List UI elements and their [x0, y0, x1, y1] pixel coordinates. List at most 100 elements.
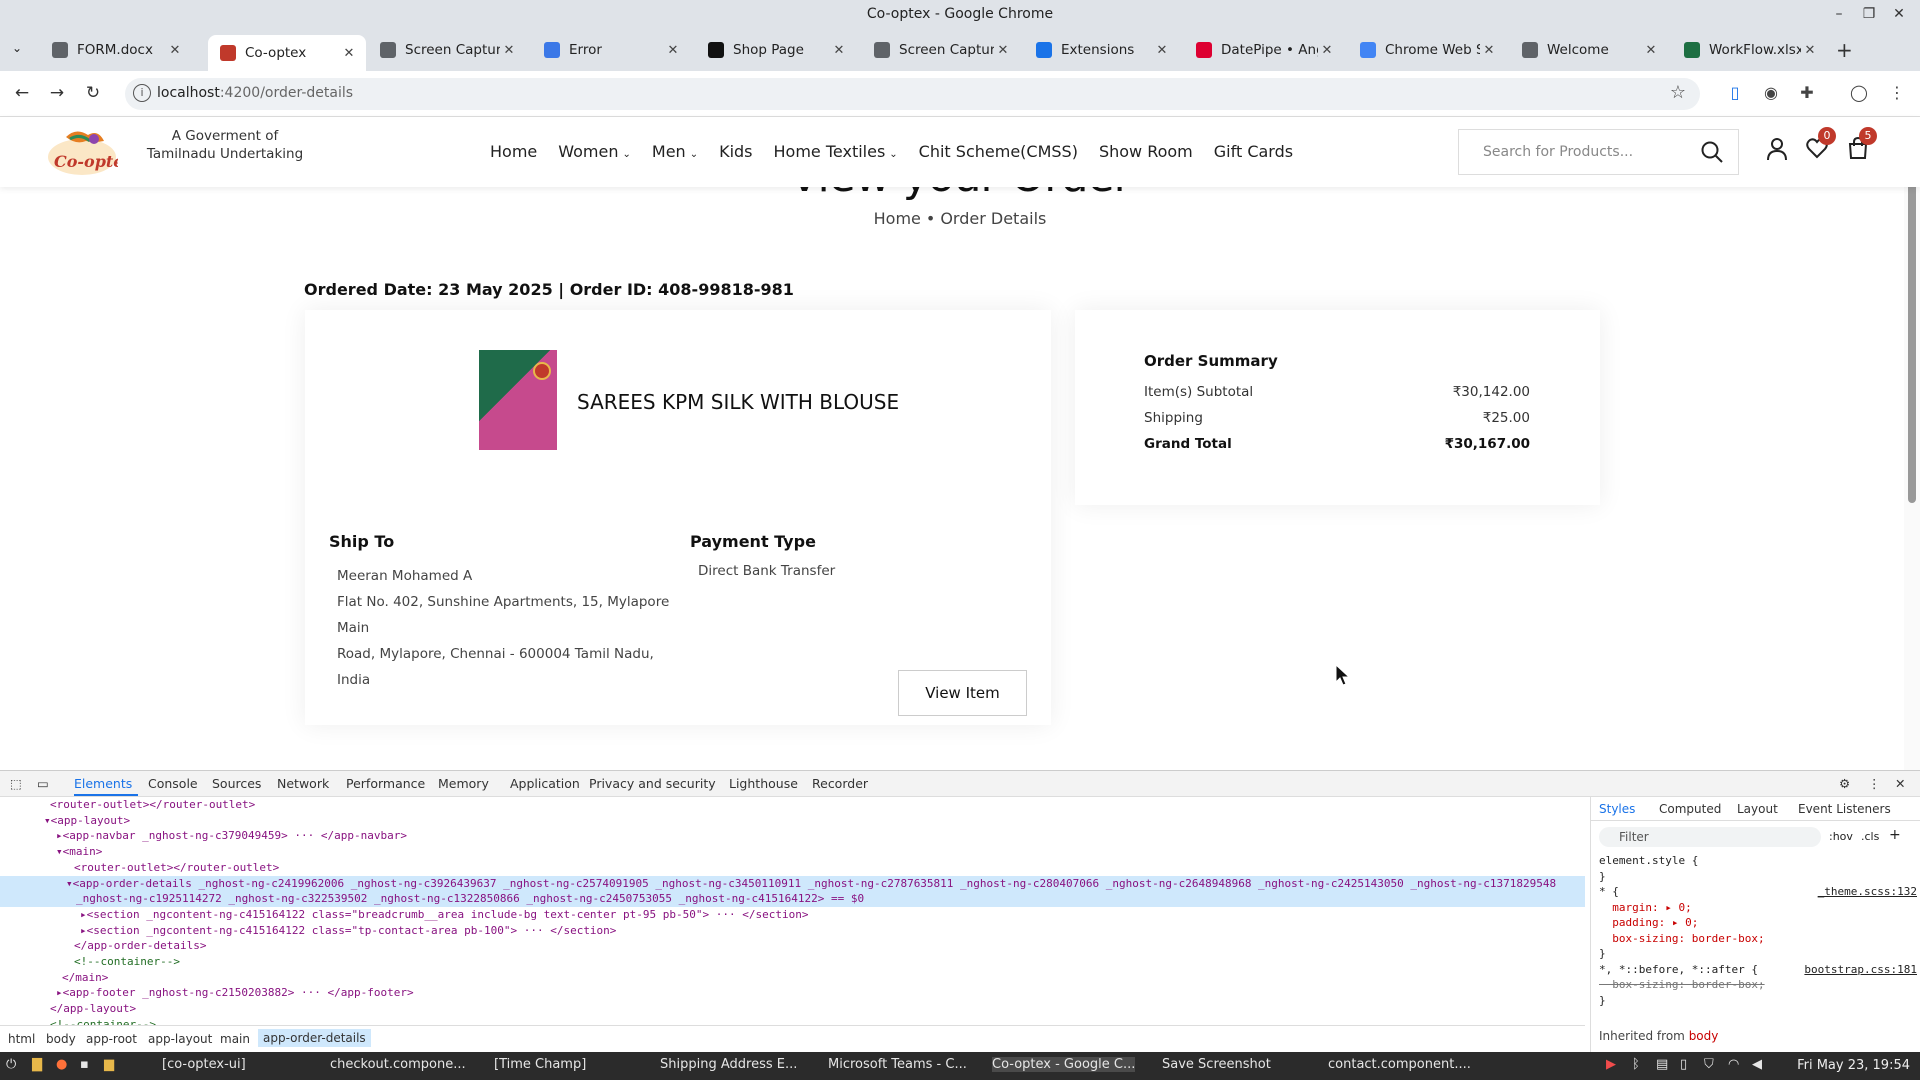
battery-icon[interactable]: ▯ — [1680, 1057, 1687, 1072]
tab-2[interactable]: Screen Capture ✕ — [368, 35, 526, 65]
close-window-button[interactable]: ✕ — [1888, 6, 1910, 22]
taskbar-window[interactable]: Save Screenshot — [1162, 1057, 1271, 1072]
cart-button[interactable]: 5 — [1847, 127, 1877, 159]
chrome-menu-icon[interactable]: ⋮ — [1886, 83, 1908, 102]
tab-close-icon[interactable]: ✕ — [500, 43, 518, 58]
dom-node[interactable]: ▾<main> — [0, 844, 1585, 860]
tab-close-icon[interactable]: ✕ — [1642, 43, 1660, 58]
clock[interactable]: Fri May 23, 19:54 — [1797, 1058, 1910, 1073]
styles-tab[interactable]: Styles — [1599, 802, 1635, 816]
devtools-tab[interactable]: Sources — [212, 776, 261, 791]
back-arrow-icon[interactable]: ← — [11, 83, 33, 103]
dom-node[interactable]: </main> — [0, 970, 1585, 986]
shield-icon[interactable]: ⛉ — [1704, 1057, 1714, 1072]
tab-close-icon[interactable]: ✕ — [340, 46, 358, 61]
nav-item-4[interactable]: Home Textiles ⌄ — [774, 142, 898, 161]
dom-breadcrumb[interactable]: app-layout — [148, 1032, 212, 1046]
dom-node[interactable]: ▸<section _ngcontent-ng-c415164122 class… — [0, 923, 1585, 939]
tab-close-icon[interactable]: ✕ — [994, 43, 1012, 58]
taskbar-window[interactable]: contact.component.... — [1328, 1057, 1471, 1072]
tab-9[interactable]: Welcome ✕ — [1510, 35, 1668, 65]
site-info-icon[interactable]: i — [133, 84, 151, 102]
css-line[interactable]: bootstrap.css:181 *, *::before, *::after … — [1599, 962, 1917, 978]
files-icon[interactable]: ▇ — [32, 1057, 42, 1072]
dom-node[interactable]: _nghost-ng-c1925114272 _nghost-ng-c32253… — [0, 891, 1585, 907]
extensions-puzzle-icon[interactable]: ✚ — [1796, 83, 1818, 102]
tab-4[interactable]: Shop Page ✕ — [696, 35, 856, 65]
tab-close-icon[interactable]: ✕ — [1318, 43, 1336, 58]
devtools-menu-icon[interactable]: ⋮ — [1868, 776, 1881, 791]
dom-node[interactable]: </app-layout> — [0, 1001, 1585, 1017]
styles-tab[interactable]: Computed — [1659, 802, 1721, 816]
devtools-tab[interactable]: Memory — [438, 776, 489, 791]
minimize-button[interactable]: – — [1828, 6, 1850, 22]
css-line[interactable]: box-sizing: border-box; — [1599, 977, 1917, 993]
tab-close-icon[interactable]: ✕ — [1153, 43, 1171, 58]
wishlist-button[interactable]: 0 — [1806, 127, 1836, 159]
tab-7[interactable]: DatePipe • Ang ✕ — [1184, 35, 1344, 65]
breadcrumb-home-link[interactable]: Home — [874, 209, 921, 228]
nav-item-2[interactable]: Men ⌄ — [652, 142, 698, 161]
tab-close-icon[interactable]: ✕ — [1480, 43, 1498, 58]
folder-icon[interactable]: ▆ — [104, 1057, 114, 1072]
page-scrollbar[interactable] — [1904, 117, 1920, 770]
tab-10[interactable]: WorkFlow.xlsx ✕ — [1672, 35, 1827, 65]
tab-1[interactable]: Co-optex ✕ — [208, 35, 366, 71]
bluetooth-icon[interactable]: ᛒ — [1632, 1057, 1640, 1072]
forward-arrow-icon[interactable]: → — [46, 83, 68, 103]
tab-close-icon[interactable]: ✕ — [664, 43, 682, 58]
dom-node[interactable]: <!--container--> — [0, 1017, 1585, 1025]
css-line[interactable]: margin: ▸ 0; — [1599, 900, 1917, 916]
taskbar-window[interactable]: [Time Champ] — [494, 1057, 586, 1072]
devtools-tab[interactable]: Performance — [346, 776, 425, 791]
taskbar-window[interactable]: Co-optex - Google C... — [992, 1057, 1136, 1072]
product-image[interactable] — [479, 350, 557, 450]
firefox-icon[interactable]: ● — [56, 1057, 67, 1072]
styles-filter-input[interactable]: Filter — [1599, 827, 1821, 847]
reload-icon[interactable]: ↻ — [82, 83, 104, 103]
devtools-tab[interactable]: Console — [148, 776, 198, 791]
reading-mode-icon[interactable]: ▯ — [1724, 83, 1746, 102]
dom-breadcrumb[interactable]: body — [46, 1032, 76, 1046]
nav-item-3[interactable]: Kids — [719, 142, 752, 161]
dom-node[interactable]: <router-outlet></router-outlet> — [0, 797, 1585, 813]
maximize-button[interactable]: ❐ — [1858, 6, 1880, 22]
devtools-tab[interactable]: Lighthouse — [729, 776, 798, 791]
dom-breadcrumb[interactable]: app-root — [86, 1032, 137, 1046]
hov-toggle[interactable]: :hov — [1829, 830, 1853, 843]
dom-node[interactable]: ▸<section _ngcontent-ng-c415164122 class… — [0, 907, 1585, 923]
tab-close-icon[interactable]: ✕ — [830, 43, 848, 58]
tab-8[interactable]: Chrome Web St ✕ — [1348, 35, 1506, 65]
css-line[interactable]: padding: ▸ 0; — [1599, 915, 1917, 931]
devtools-tab[interactable]: Network — [277, 776, 329, 791]
dom-breadcrumb[interactable]: app-order-details — [258, 1029, 371, 1047]
profile-icon[interactable]: ◯ — [1848, 83, 1870, 102]
tab-0[interactable]: FORM.docx ✕ — [40, 35, 192, 65]
dom-node[interactable]: <router-outlet></router-outlet> — [0, 860, 1585, 876]
devtools-tab[interactable]: Elements — [74, 776, 132, 791]
css-line[interactable]: element.style { — [1599, 853, 1917, 869]
dom-node[interactable]: ▸<app-footer _nghost-ng-c2150203882> ···… — [0, 985, 1585, 1001]
dom-breadcrumb[interactable]: html — [8, 1032, 35, 1046]
tab-5[interactable]: Screen Capture ✕ — [862, 35, 1020, 65]
dom-breadcrumb[interactable]: main — [220, 1032, 250, 1046]
devtools-close-icon[interactable]: ✕ — [1895, 776, 1905, 791]
user-account-icon[interactable] — [1766, 137, 1788, 161]
css-source-link[interactable]: _theme.scss:132 — [1818, 884, 1917, 900]
nav-item-7[interactable]: Gift Cards — [1214, 142, 1293, 161]
styles-tab[interactable]: Event Listeners — [1798, 802, 1891, 816]
styles-tab[interactable]: Layout — [1737, 802, 1778, 816]
inherited-element[interactable]: body — [1689, 1029, 1719, 1043]
nav-item-5[interactable]: Chit Scheme(CMSS) — [919, 142, 1078, 161]
taskbar-window[interactable]: Microsoft Teams - C... — [828, 1057, 967, 1072]
volume-icon[interactable]: ◀ — [1752, 1057, 1762, 1072]
dom-node[interactable]: <!--container--> — [0, 954, 1585, 970]
camera-extension-icon[interactable]: ◉ — [1760, 83, 1782, 102]
taskbar-window[interactable]: checkout.compone... — [330, 1057, 466, 1072]
devtools-tab[interactable]: Application — [510, 776, 580, 791]
tab-close-icon[interactable]: ✕ — [166, 43, 184, 58]
taskbar-window[interactable]: Shipping Address E... — [660, 1057, 797, 1072]
co-optex-logo[interactable]: Co-optex — [46, 127, 118, 179]
tab-3[interactable]: Error ✕ — [532, 35, 690, 65]
devtools-tab[interactable]: Recorder — [812, 776, 868, 791]
